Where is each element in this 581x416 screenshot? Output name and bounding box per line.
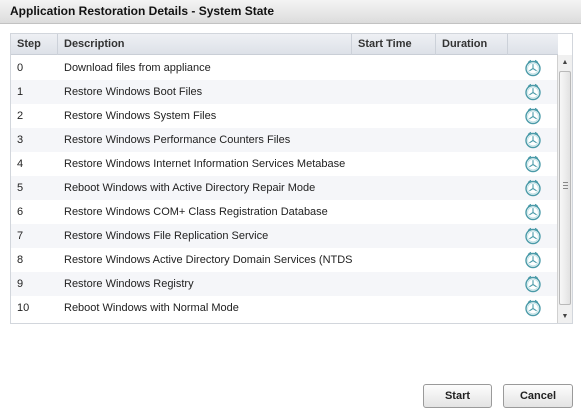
start-time-cell — [352, 200, 436, 224]
clock-icon — [525, 131, 541, 149]
description-cell: Restore Windows Registry — [64, 278, 194, 290]
step-cell: 2 — [17, 110, 24, 122]
status-cell — [508, 128, 558, 152]
clock-icon — [525, 179, 541, 197]
start-time-cell — [352, 56, 436, 80]
duration-cell — [436, 200, 508, 224]
description-cell: Restore Windows COM+ Class Registration … — [64, 206, 328, 218]
restoration-details-dialog: Application Restoration Details - System… — [0, 0, 581, 416]
step-cell: 9 — [17, 278, 24, 290]
table-row[interactable]: 10 Reboot Windows with Normal Mode — [11, 296, 558, 320]
description-cell: Reboot Windows with Active Directory Rep… — [64, 182, 316, 194]
duration-cell — [436, 152, 508, 176]
clock-icon — [525, 203, 541, 221]
duration-cell — [436, 56, 508, 80]
start-time-cell — [352, 176, 436, 200]
table-row[interactable]: 8 Restore Windows Active Directory Domain… — [11, 248, 558, 272]
scroll-down-icon[interactable]: ▼ — [558, 309, 572, 323]
step-cell: 1 — [17, 86, 24, 98]
scrollbar-grip-icon — [563, 182, 568, 189]
duration-cell — [436, 128, 508, 152]
description-cell: Restore Windows Internet Information Ser… — [64, 158, 346, 170]
vertical-scrollbar[interactable]: ▲ ▼ — [557, 55, 572, 323]
step-cell: 8 — [17, 254, 24, 266]
scroll-up-icon[interactable]: ▲ — [558, 55, 572, 69]
duration-cell — [436, 176, 508, 200]
clock-icon — [525, 107, 541, 125]
step-cell: 10 — [17, 302, 30, 314]
status-cell — [508, 224, 558, 248]
duration-cell — [436, 224, 508, 248]
dialog-title: Application Restoration Details - System… — [0, 0, 581, 24]
column-header-description[interactable]: Description — [58, 34, 352, 55]
description-cell: Reboot Windows with Normal Mode — [64, 302, 239, 314]
description-cell: Restore Windows Boot Files — [64, 86, 203, 98]
start-time-cell — [352, 80, 436, 104]
start-time-cell — [352, 128, 436, 152]
step-cell: 6 — [17, 206, 24, 218]
column-header-status[interactable] — [508, 34, 558, 55]
table-row[interactable]: 7 Restore Windows File Replication Servic… — [11, 224, 558, 248]
column-header-step[interactable]: Step — [11, 34, 58, 55]
description-cell: Restore Windows Performance Counters Fil… — [64, 134, 291, 146]
column-header-start-time[interactable]: Start Time — [352, 34, 436, 55]
table-body: 0 Download files from appliance 1 Restore W… — [11, 56, 558, 320]
step-cell: 4 — [17, 158, 24, 170]
clock-icon — [525, 59, 541, 77]
table-row[interactable]: 5 Reboot Windows with Active Directory Re… — [11, 176, 558, 200]
cancel-button[interactable]: Cancel — [503, 384, 573, 408]
clock-icon — [525, 155, 541, 173]
start-time-cell — [352, 152, 436, 176]
status-cell — [508, 200, 558, 224]
step-cell: 3 — [17, 134, 24, 146]
steps-table: Step Description Start Time Duration 0 Do… — [10, 33, 573, 324]
status-cell — [508, 80, 558, 104]
table-header: Step Description Start Time Duration — [11, 34, 558, 55]
status-cell — [508, 152, 558, 176]
status-cell — [508, 56, 558, 80]
description-cell: Download files from appliance — [64, 62, 211, 74]
status-cell — [508, 248, 558, 272]
start-time-cell — [352, 104, 436, 128]
status-cell — [508, 296, 558, 320]
status-cell — [508, 176, 558, 200]
start-time-cell — [352, 296, 436, 320]
duration-cell — [436, 296, 508, 320]
clock-icon — [525, 227, 541, 245]
start-time-cell — [352, 248, 436, 272]
clock-icon — [525, 251, 541, 269]
table-row[interactable]: 3 Restore Windows Performance Counters Fi… — [11, 128, 558, 152]
clock-icon — [525, 275, 541, 293]
table-row[interactable]: 9 Restore Windows Registry — [11, 272, 558, 296]
start-button[interactable]: Start — [423, 384, 492, 408]
duration-cell — [436, 272, 508, 296]
clock-icon — [525, 299, 541, 317]
table-row[interactable]: 4 Restore Windows Internet Information Se… — [11, 152, 558, 176]
status-cell — [508, 272, 558, 296]
step-cell: 7 — [17, 230, 24, 242]
step-cell: 5 — [17, 182, 24, 194]
start-time-cell — [352, 272, 436, 296]
clock-icon — [525, 83, 541, 101]
description-cell: Restore Windows System Files — [64, 110, 217, 122]
description-cell: Restore Windows File Replication Service — [64, 230, 269, 242]
table-row[interactable]: 1 Restore Windows Boot Files — [11, 80, 558, 104]
table-row[interactable]: 2 Restore Windows System Files — [11, 104, 558, 128]
duration-cell — [436, 80, 508, 104]
description-cell: Restore Windows Active Directory Domain … — [64, 254, 352, 266]
step-cell: 0 — [17, 62, 24, 74]
column-header-duration[interactable]: Duration — [436, 34, 508, 55]
scrollbar-thumb[interactable] — [559, 71, 571, 305]
table-row[interactable]: 0 Download files from appliance — [11, 56, 558, 80]
duration-cell — [436, 248, 508, 272]
status-cell — [508, 104, 558, 128]
start-time-cell — [352, 224, 436, 248]
table-row[interactable]: 6 Restore Windows COM+ Class Registration… — [11, 200, 558, 224]
duration-cell — [436, 104, 508, 128]
